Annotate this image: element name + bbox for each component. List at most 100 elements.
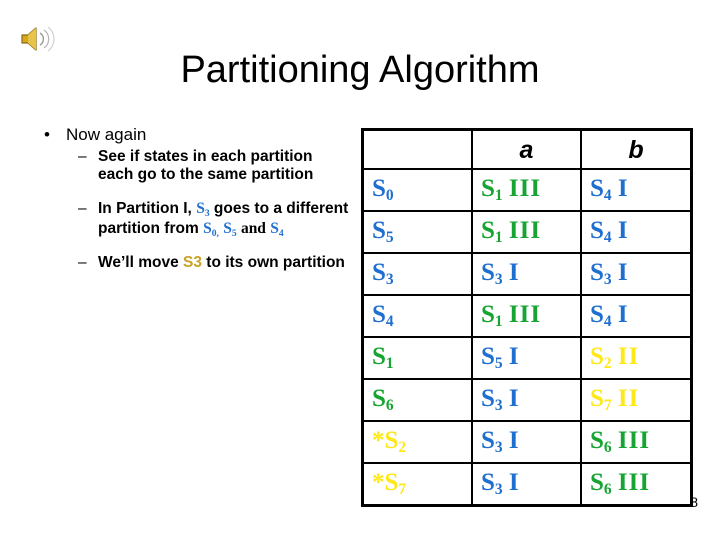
slide-canvas: Partitioning Algorithm • Now again – See…: [0, 0, 720, 540]
cell-state-0: S0: [361, 168, 473, 212]
cell-state-5: S6: [361, 378, 473, 422]
cell-state-4: S1: [361, 336, 473, 380]
state-label: S7: [590, 384, 612, 414]
cell-b-4: S2 II: [580, 336, 693, 380]
cell-state-6: *S2: [361, 420, 473, 464]
page-number: 8: [690, 494, 698, 510]
tally-bars: I: [508, 258, 520, 286]
state-label: S3: [481, 426, 503, 456]
sub-bullet-partition-i: – In Partition I, S3 goes to a different…: [30, 200, 350, 240]
tally-bars: I: [508, 426, 520, 454]
state-label: S1: [372, 342, 394, 372]
state-label: S1: [481, 300, 503, 330]
state-label: S4: [590, 216, 612, 246]
column-header-state: [361, 128, 473, 170]
bullet-now-again-text: Now again: [66, 125, 147, 144]
cell-a-1: S1 III: [471, 210, 582, 254]
tally-bars: I: [617, 258, 629, 286]
table-body: S0 S1 III S4 I S5 S1 III S4 I S3 S3 I S3 I S4 S1 I…: [361, 168, 693, 507]
cell-a-2: S3 I: [471, 252, 582, 296]
cell-a-4: S5 I: [471, 336, 582, 380]
tally-bars: I: [617, 174, 629, 202]
state-label: *S2: [372, 426, 407, 456]
table-row: *S2 S3 I S6 III: [361, 420, 693, 464]
table-row: S4 S1 III S4 I: [361, 294, 693, 338]
table-row: S6 S3 I S7 II: [361, 378, 693, 422]
sub-bullet-move-s3: – We’ll move S3 to its own partition: [30, 254, 350, 272]
tally-bars: II: [617, 384, 640, 412]
state-label: S2: [590, 342, 612, 372]
bullet-now-again: • Now again: [30, 124, 350, 145]
bullet-body: • Now again – See if states in each part…: [30, 124, 350, 272]
highlight-s3: S3: [183, 254, 202, 271]
tally-bars: I: [508, 342, 520, 370]
state-label: S0: [372, 174, 394, 204]
sub-bullet-see-if-states-text: See if states in each partition each go …: [98, 148, 314, 183]
state-label: *S7: [372, 468, 407, 498]
cell-state-7: *S7: [361, 462, 473, 507]
state-label: S3: [481, 258, 503, 288]
cell-a-0: S1 III: [471, 168, 582, 212]
state-label: S4: [372, 300, 394, 330]
state-s4-inline: S4: [270, 220, 284, 239]
cell-state-2: S3: [361, 252, 473, 296]
cell-b-2: S3 I: [580, 252, 693, 296]
move-s3-text-2: to its own partition: [206, 254, 345, 271]
cell-b-3: S4 I: [580, 294, 693, 338]
table-row: *S7 S3 I S6 III: [361, 462, 693, 507]
tally-bars: III: [617, 468, 651, 496]
dash-marker: –: [78, 200, 87, 217]
tally-bars: III: [508, 174, 542, 202]
transition-table: a b S0 S1 III S4 I S5 S1 III S4 I S3 S3 I S3 I S4…: [361, 128, 693, 507]
cell-b-7: S6 III: [580, 462, 693, 507]
conjunction-and: and: [240, 220, 266, 237]
tally-bars: I: [508, 384, 520, 412]
column-header-b: b: [580, 128, 693, 170]
state-label: S4: [590, 174, 612, 204]
state-label: S5: [481, 342, 503, 372]
move-s3-text-1: We’ll move: [98, 254, 179, 271]
state-label: S1: [481, 174, 503, 204]
tally-bars: II: [617, 342, 640, 370]
dash-marker: –: [78, 148, 87, 165]
sub-bullet-see-if-states: – See if states in each partition each g…: [30, 148, 350, 184]
cell-a-6: S3 I: [471, 420, 582, 464]
table-row: S1 S5 I S2 II: [361, 336, 693, 380]
tally-bars: III: [508, 300, 542, 328]
cell-b-1: S4 I: [580, 210, 693, 254]
tally-bars: III: [508, 216, 542, 244]
cell-b-6: S6 III: [580, 420, 693, 464]
state-s3-inline: S3: [196, 200, 210, 219]
table-header-row: a b: [361, 128, 693, 170]
cell-a-5: S3 I: [471, 378, 582, 422]
tally-bars: III: [617, 426, 651, 454]
state-label: S6: [590, 426, 612, 456]
state-label: S6: [590, 468, 612, 498]
state-label: S6: [372, 384, 394, 414]
table-header: a b: [361, 128, 693, 170]
cell-a-7: S3 I: [471, 462, 582, 507]
state-label: S3: [481, 384, 503, 414]
state-label: S3: [590, 258, 612, 288]
cell-b-0: S4 I: [580, 168, 693, 212]
tally-bars: I: [617, 216, 629, 244]
state-label: S3: [481, 468, 503, 498]
table-row: S5 S1 III S4 I: [361, 210, 693, 254]
tally-bars: I: [617, 300, 629, 328]
page-title: Partitioning Algorithm: [180, 49, 540, 91]
cell-a-3: S1 III: [471, 294, 582, 338]
cell-b-5: S7 II: [580, 378, 693, 422]
dash-marker: –: [78, 254, 87, 271]
state-label: S3: [372, 258, 394, 288]
table-row: S0 S1 III S4 I: [361, 168, 693, 212]
state-label: S4: [590, 300, 612, 330]
state-label: S5: [372, 216, 394, 246]
state-label: S1: [481, 216, 503, 246]
state-s5-inline: S5: [223, 220, 237, 239]
cell-state-3: S4: [361, 294, 473, 338]
table-row: S3 S3 I S3 I: [361, 252, 693, 296]
cell-state-1: S5: [361, 210, 473, 254]
state-s0-inline: S0,: [203, 220, 219, 239]
